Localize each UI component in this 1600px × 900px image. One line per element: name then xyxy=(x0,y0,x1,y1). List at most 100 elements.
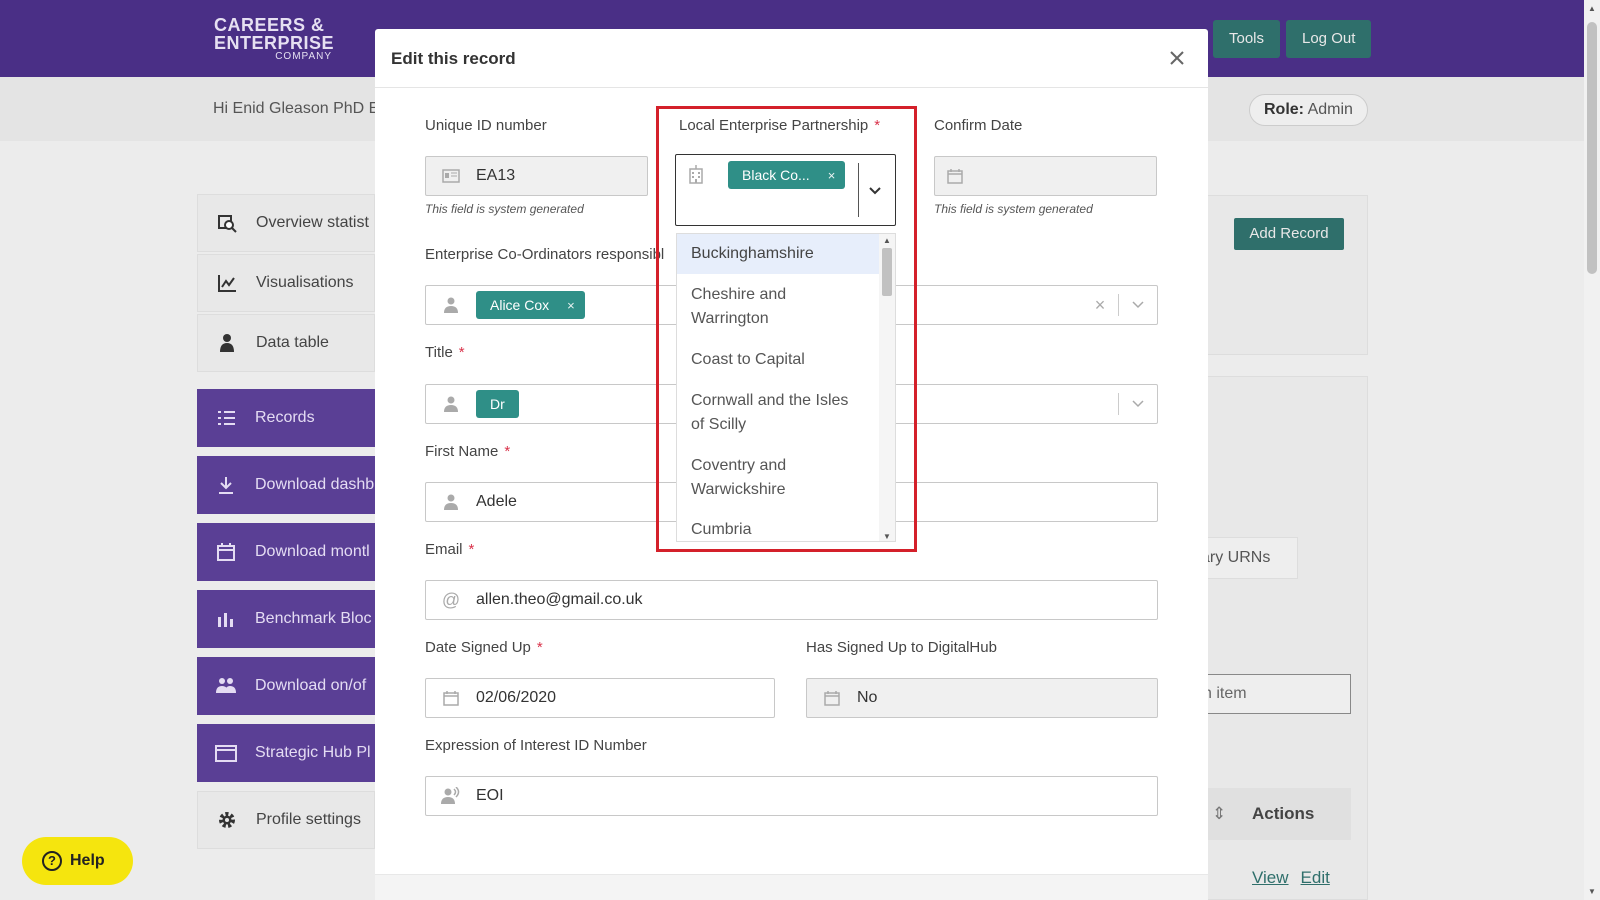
scrollbar-thumb[interactable] xyxy=(1587,22,1597,274)
coordinators-label-text: Enterprise Co-Ordinators responsibl xyxy=(425,246,665,263)
edit-link[interactable]: Edit xyxy=(1301,868,1330,887)
list-icon xyxy=(215,407,237,429)
required-marker: * xyxy=(874,117,881,134)
sidebar-item-download-monthly[interactable]: Download montl xyxy=(197,523,375,581)
confirm-date-label-text: Confirm Date xyxy=(934,117,1023,134)
sidebar-item-label: Download dashb xyxy=(255,476,375,493)
dropdown-option[interactable]: Cornwall and the Isles of Scilly xyxy=(677,380,877,446)
first-name-value: Adele xyxy=(476,493,517,510)
logo-line-1: CAREERS & xyxy=(214,15,325,35)
search-chart-icon xyxy=(216,212,238,234)
role-label: Role: xyxy=(1264,101,1304,118)
question-icon: ? xyxy=(42,851,62,871)
dropdown-option[interactable]: Coventry and Warwickshire xyxy=(677,446,877,510)
lep-chip: Black Co... × xyxy=(728,161,846,189)
scroll-up-icon[interactable]: ▲ xyxy=(1587,4,1597,13)
search-input[interactable]: h item xyxy=(1190,674,1351,714)
scroll-down-icon[interactable]: ▼ xyxy=(1587,887,1597,896)
folder-icon xyxy=(215,742,237,764)
sidebar-item-overview[interactable]: Overview statist xyxy=(197,194,375,252)
coordinators-label: Enterprise Co-Ordinators responsibl xyxy=(425,246,664,263)
add-record-button[interactable]: Add Record xyxy=(1234,218,1344,250)
greeting: Hi Enid Gleason PhD E xyxy=(213,100,380,117)
dropdown-option[interactable]: Cumbria xyxy=(677,510,895,541)
sidebar-item-download-dashboard[interactable]: Download dashb xyxy=(197,456,375,514)
first-name-label-text: First Name xyxy=(425,443,499,460)
unique-id-field[interactable]: EA13 xyxy=(425,156,648,196)
coordinator-chip-remove[interactable]: × xyxy=(567,298,575,313)
sidebar-item-label: Overview statist xyxy=(256,214,369,231)
dropdown-option[interactable]: Cheshire and Warrington xyxy=(677,274,877,340)
logo-line-3: COMPANY xyxy=(275,51,333,62)
dropdown-option[interactable]: Coast to Capital xyxy=(677,340,895,380)
logout-button[interactable]: Log Out xyxy=(1286,20,1372,58)
digitalhub-label-text: Has Signed Up to DigitalHub xyxy=(806,639,997,656)
lep-select[interactable]: Black Co... × xyxy=(675,154,896,226)
sidebar-item-benchmark[interactable]: Benchmark Bloc xyxy=(197,590,375,648)
lep-dropdown-list[interactable]: Buckinghamshire Cheshire and Warrington … xyxy=(676,233,896,542)
email-label: Email * xyxy=(425,541,474,558)
sidebar-item-visualisations[interactable]: Visualisations xyxy=(197,254,375,312)
confirm-date-hint: This field is system generated xyxy=(934,202,1093,216)
lep-chip-label: Black Co... xyxy=(742,167,810,183)
edit-record-modal: Edit this record Unique ID number EA13 T… xyxy=(375,29,1208,900)
sidebar-item-label: Records xyxy=(255,409,315,426)
chevron-down-icon[interactable] xyxy=(868,183,882,201)
logo[interactable]: CAREERS & ENTERPRISE COMPANY xyxy=(214,16,334,62)
eoi-input[interactable]: EOI xyxy=(425,776,1158,816)
confirm-date-label: Confirm Date xyxy=(934,117,1022,134)
confirm-date-field[interactable] xyxy=(934,156,1157,196)
calendar-icon xyxy=(426,690,476,706)
sidebar-item-profile-settings[interactable]: Profile settings xyxy=(197,791,375,849)
sidebar-item-records[interactable]: Records xyxy=(197,389,375,447)
required-marker: * xyxy=(536,639,543,656)
modal-header: Edit this record xyxy=(375,29,1208,88)
dropdown-scrollbar-thumb[interactable] xyxy=(882,248,892,296)
date-signed-input[interactable]: 02/06/2020 xyxy=(425,678,775,718)
sort-icon[interactable]: ⇕ xyxy=(1212,788,1226,840)
required-marker: * xyxy=(468,541,475,558)
title-controls xyxy=(1118,385,1157,423)
first-name-label: First Name * xyxy=(425,443,510,460)
role-value: Admin xyxy=(1307,101,1353,118)
title-chip: Dr xyxy=(476,390,519,418)
chart-icon xyxy=(216,272,238,294)
view-link[interactable]: View xyxy=(1252,868,1289,887)
clear-icon[interactable]: × xyxy=(1082,295,1118,316)
email-value: allen.theo@gmail.co.uk xyxy=(476,591,643,608)
lep-label-text: Local Enterprise Partnership xyxy=(679,117,869,134)
role-badge: Role: Admin xyxy=(1249,94,1368,126)
page-scrollbar[interactable]: ▲ ▼ xyxy=(1584,0,1600,900)
scroll-down-icon[interactable]: ▼ xyxy=(883,532,891,541)
lep-separator xyxy=(858,163,859,217)
user-icon xyxy=(426,493,476,511)
sidebar-item-label: Download montl xyxy=(255,543,370,560)
close-icon[interactable] xyxy=(1168,49,1186,67)
gear-icon xyxy=(216,809,238,831)
help-button[interactable]: ? Help xyxy=(22,837,133,885)
chevron-down-icon[interactable] xyxy=(1119,399,1157,409)
coordinator-chip: Alice Cox × xyxy=(476,291,585,319)
tools-button[interactable]: Tools xyxy=(1213,20,1281,58)
logo-line-2: ENTERPRISE xyxy=(214,33,335,53)
sidebar-item-data-table[interactable]: Data table xyxy=(197,314,375,372)
chevron-down-icon[interactable] xyxy=(1119,300,1157,310)
title-label-text: Title xyxy=(425,344,453,361)
email-label-text: Email xyxy=(425,541,463,558)
digitalhub-field[interactable]: No xyxy=(806,678,1158,718)
scroll-up-icon[interactable]: ▲ xyxy=(883,236,891,245)
title-label: Title * xyxy=(425,344,465,361)
sidebar-item-strategic-hub[interactable]: Strategic Hub Pl xyxy=(197,724,375,782)
dropdown-option[interactable]: Buckinghamshire xyxy=(677,234,895,274)
lep-chip-remove[interactable]: × xyxy=(828,168,836,183)
dropdown-scrollbar[interactable]: ▲ ▼ xyxy=(879,234,895,541)
sidebar-item-download-onoff[interactable]: Download on/of xyxy=(197,657,375,715)
email-input[interactable]: @ allen.theo@gmail.co.uk xyxy=(425,580,1158,620)
eoi-value: EOI xyxy=(476,787,504,804)
required-marker: * xyxy=(504,443,511,460)
unique-id-label-text: Unique ID number xyxy=(425,117,547,134)
sidebar-item-label: Benchmark Bloc xyxy=(255,610,372,627)
unique-id-value: EA13 xyxy=(476,167,516,184)
title-chip-label: Dr xyxy=(490,396,505,412)
lep-label: Local Enterprise Partnership * xyxy=(679,117,880,134)
